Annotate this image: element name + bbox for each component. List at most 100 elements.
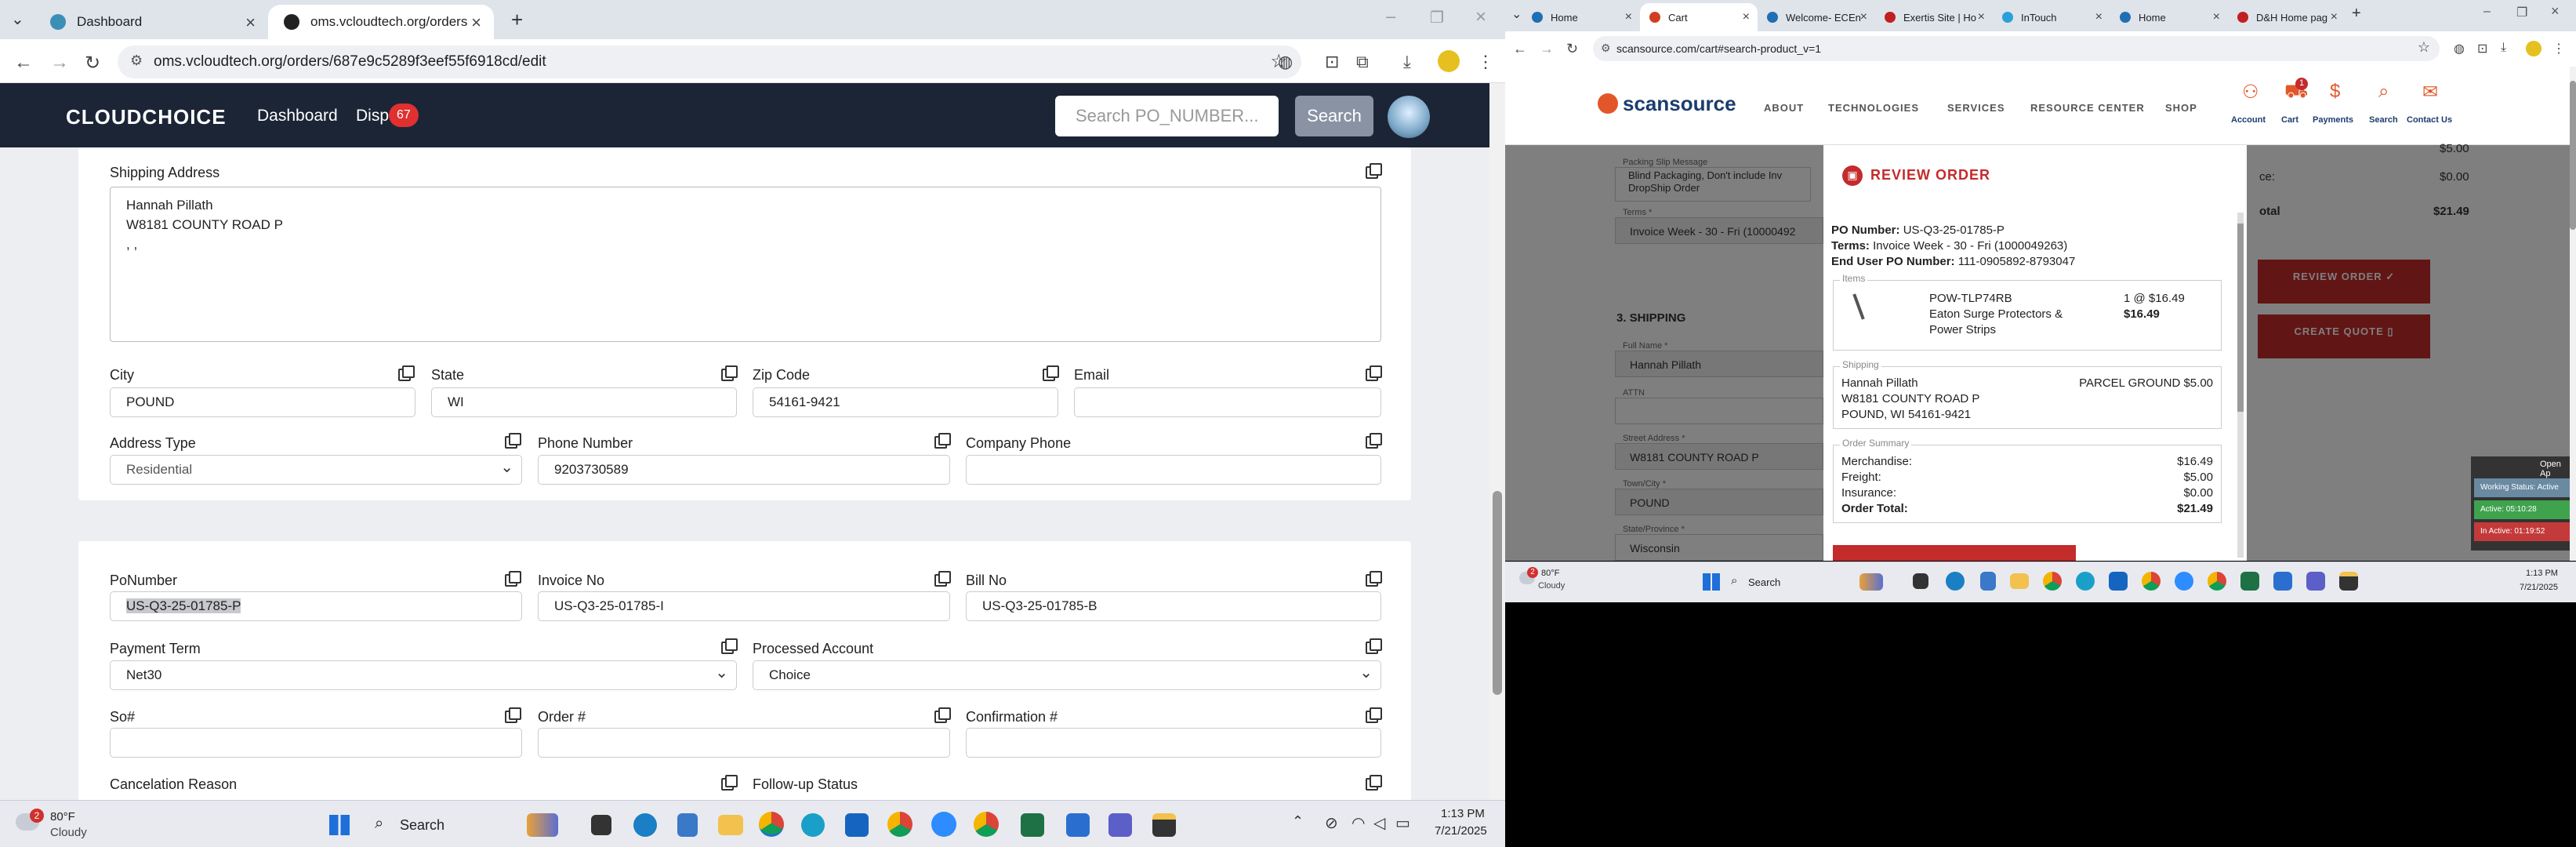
close-tab-icon[interactable]: × (1743, 10, 1750, 24)
extension-icon[interactable]: ⊡ (1325, 52, 1339, 72)
processed-account-select[interactable]: Choice (753, 660, 1381, 690)
clock-date[interactable]: 7/21/2025 (1435, 824, 1487, 838)
so-field[interactable] (110, 728, 522, 758)
scansource-logo[interactable]: scansource (1598, 92, 1736, 116)
copy-icon[interactable] (505, 571, 521, 587)
wifi-icon[interactable]: ◠ (1351, 813, 1365, 833)
reload-icon[interactable]: ↻ (1566, 41, 1578, 57)
copy-icon[interactable] (505, 707, 521, 723)
po-search-input[interactable]: Search PO_NUMBER... (1055, 96, 1279, 136)
payments-label[interactable]: Payments (2313, 115, 2353, 125)
clock-time[interactable]: 1:13 PM (1441, 807, 1485, 820)
edge-blue-icon[interactable] (801, 813, 825, 837)
forward-icon[interactable]: → (50, 52, 69, 74)
scrollbar-thumb[interactable] (2570, 81, 2576, 230)
copy-icon[interactable] (934, 707, 951, 723)
chrome-icon[interactable] (759, 812, 784, 837)
payment-term-select[interactable]: Net30 (110, 660, 737, 690)
order-number-field[interactable] (538, 728, 950, 758)
browser-menu-icon[interactable]: ⋮ (1477, 52, 1494, 72)
download-icon[interactable]: ⤓ (2501, 41, 2506, 55)
copy-icon[interactable] (1366, 638, 1382, 654)
browser-menu-icon[interactable]: ⋮ (2552, 41, 2565, 56)
snip-icon[interactable] (1066, 813, 1090, 837)
taskbar-search[interactable]: ⌕ Search (1726, 572, 1844, 594)
close-window-icon[interactable]: × (2551, 3, 2560, 20)
chrome-alt-icon[interactable] (974, 812, 999, 837)
email-field[interactable] (1074, 387, 1381, 417)
copy-icon[interactable] (1366, 775, 1382, 791)
battery-icon[interactable]: ▭ (1395, 813, 1410, 833)
copy-icon[interactable] (1366, 365, 1382, 381)
copy-icon[interactable] (1043, 365, 1059, 381)
payments-icon[interactable]: $ (2330, 81, 2340, 103)
tray-app-icon[interactable]: ⊘ (1325, 813, 1338, 833)
nav-services[interactable]: SERVICES (1947, 102, 2005, 114)
site-info-icon[interactable]: ⚙ (130, 53, 143, 69)
copy-icon[interactable] (1366, 707, 1382, 723)
modal-scrollbar-thumb[interactable] (2237, 224, 2244, 412)
weather-widget[interactable]: 2 80°F Cloudy (16, 809, 110, 843)
phone-field[interactable]: 9203730589 (538, 455, 950, 485)
contact-icon[interactable]: ✉ (2422, 81, 2438, 104)
widgets-icon[interactable] (527, 813, 558, 837)
contact-label[interactable]: Contact Us (2407, 115, 2452, 125)
tab-orders-edit[interactable]: oms.vcloudtech.org/orders/687 × (268, 5, 494, 39)
new-tab-icon[interactable]: + (2352, 5, 2361, 23)
site-info-icon[interactable]: ⚙ (1601, 42, 1611, 55)
copy-icon[interactable] (721, 365, 738, 381)
tab-exertis[interactable]: Exertis Site | Ho × (1875, 3, 1993, 31)
copy-icon[interactable] (721, 638, 738, 654)
copy-icon[interactable] (1366, 571, 1382, 587)
windows-start-icon[interactable] (1703, 573, 1720, 591)
company-phone-field[interactable] (966, 455, 1381, 485)
minimize-icon[interactable]: – (1386, 6, 1395, 27)
tab-dh-home[interactable]: D&H Home pag × (2228, 3, 2346, 31)
nav-about[interactable]: ABOUT (1764, 102, 1804, 114)
tab-cart[interactable]: Cart × (1640, 3, 1758, 31)
close-tab-icon[interactable]: × (471, 13, 481, 33)
copy-icon[interactable] (934, 571, 951, 587)
close-tab-icon[interactable]: × (2095, 10, 2103, 24)
chrome-profile-icon[interactable] (2142, 572, 2161, 591)
search-button[interactable]: Search (1295, 96, 1373, 136)
copy-icon[interactable] (398, 365, 415, 381)
close-tab-icon[interactable]: × (1625, 10, 1632, 24)
nav-shop[interactable]: SHOP (2165, 102, 2197, 114)
edge-icon[interactable] (1946, 572, 1965, 591)
close-tab-icon[interactable]: × (2213, 10, 2220, 24)
tab-welcome[interactable]: Welcome- ECEn × (1758, 3, 1875, 31)
sticky-notes-icon[interactable] (1152, 813, 1176, 837)
widgets-icon[interactable] (1859, 573, 1883, 591)
volume-icon[interactable]: ◁ (1373, 813, 1385, 833)
tab-home-1[interactable]: Home × (1522, 3, 1640, 31)
reload-icon[interactable]: ↻ (85, 52, 100, 75)
teams-icon[interactable] (2306, 572, 2325, 591)
sticky-notes-icon[interactable] (2339, 572, 2358, 591)
folder-icon[interactable] (718, 815, 743, 835)
close-tab-icon[interactable]: × (1978, 10, 1985, 24)
close-window-icon[interactable]: × (1475, 6, 1486, 28)
profile-avatar-icon[interactable] (2526, 41, 2542, 56)
cart-label[interactable]: Cart (2281, 115, 2298, 125)
translate-icon[interactable]: ◍ (1278, 52, 1293, 72)
account-label[interactable]: Account (2231, 115, 2266, 125)
extension-icon[interactable]: ◍ (2454, 41, 2465, 56)
excel-icon[interactable] (1021, 813, 1044, 837)
url-field[interactable]: ⚙ scansource.com/cart#search-product_v=1… (1593, 36, 2440, 61)
copy-icon[interactable] (1366, 433, 1382, 449)
tab-list-dropdown-icon[interactable]: ⌄ (1511, 6, 1522, 22)
tab-intouch[interactable]: InTouch × (1993, 3, 2110, 31)
scrollbar-thumb[interactable] (1493, 491, 1502, 695)
close-tab-icon[interactable]: × (1860, 10, 1867, 24)
outlook-icon[interactable] (2109, 572, 2128, 591)
back-icon[interactable]: ← (1513, 41, 1527, 57)
calculator-icon[interactable] (1980, 572, 1996, 591)
copy-icon[interactable] (934, 433, 951, 449)
chrome-profile-icon[interactable] (887, 812, 912, 837)
chrome-alt-icon[interactable] (2208, 572, 2226, 591)
open-app-label[interactable]: Open Ap (2540, 460, 2570, 478)
bookmark-star-icon[interactable]: ☆ (2418, 39, 2430, 56)
shipping-address-textarea[interactable]: Hannah Pillath W8181 COUNTY ROAD P , , (110, 187, 1381, 342)
file-explorer-dark-icon[interactable] (1913, 573, 1928, 589)
